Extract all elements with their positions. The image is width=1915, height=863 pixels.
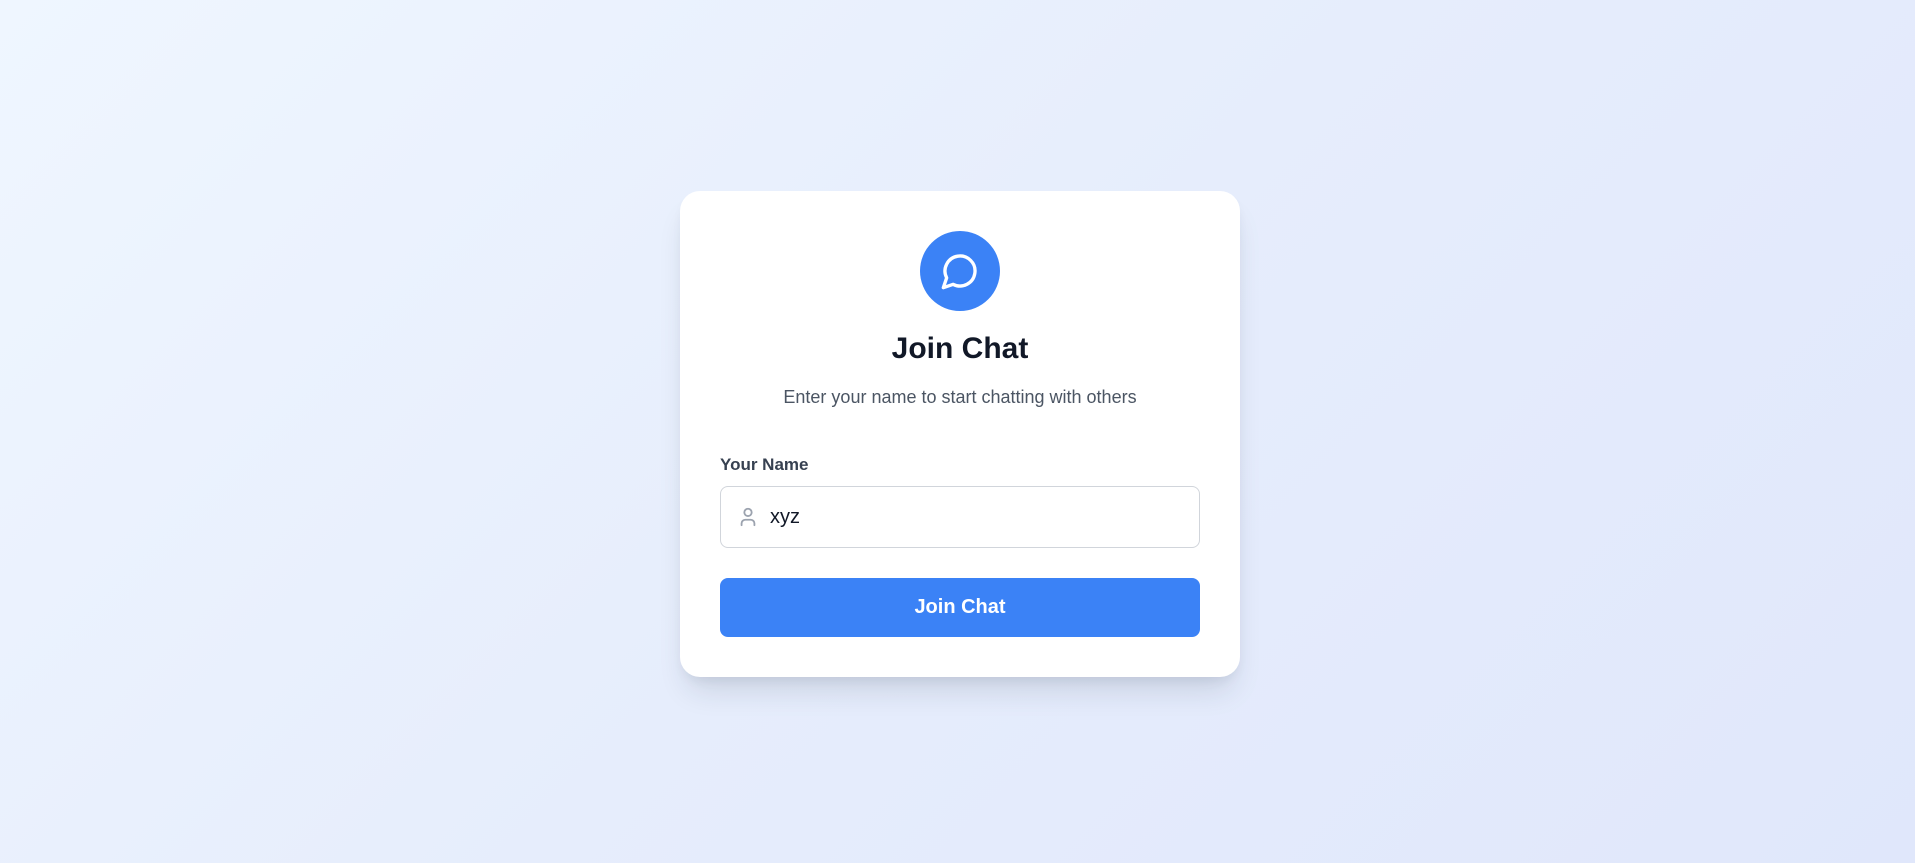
page-title: Join Chat — [891, 332, 1029, 365]
chat-logo — [920, 231, 1000, 311]
message-circle-icon — [940, 251, 980, 291]
name-field-label: Your Name — [720, 455, 809, 474]
name-field[interactable] — [720, 486, 1200, 548]
join-chat-card: Join Chat Enter your name to start chatt… — [680, 191, 1240, 677]
name-input[interactable] — [770, 487, 1190, 547]
page-subtitle: Enter your name to start chatting with o… — [783, 387, 1137, 407]
user-icon — [737, 506, 759, 528]
join-chat-button[interactable]: Join Chat — [720, 578, 1200, 637]
